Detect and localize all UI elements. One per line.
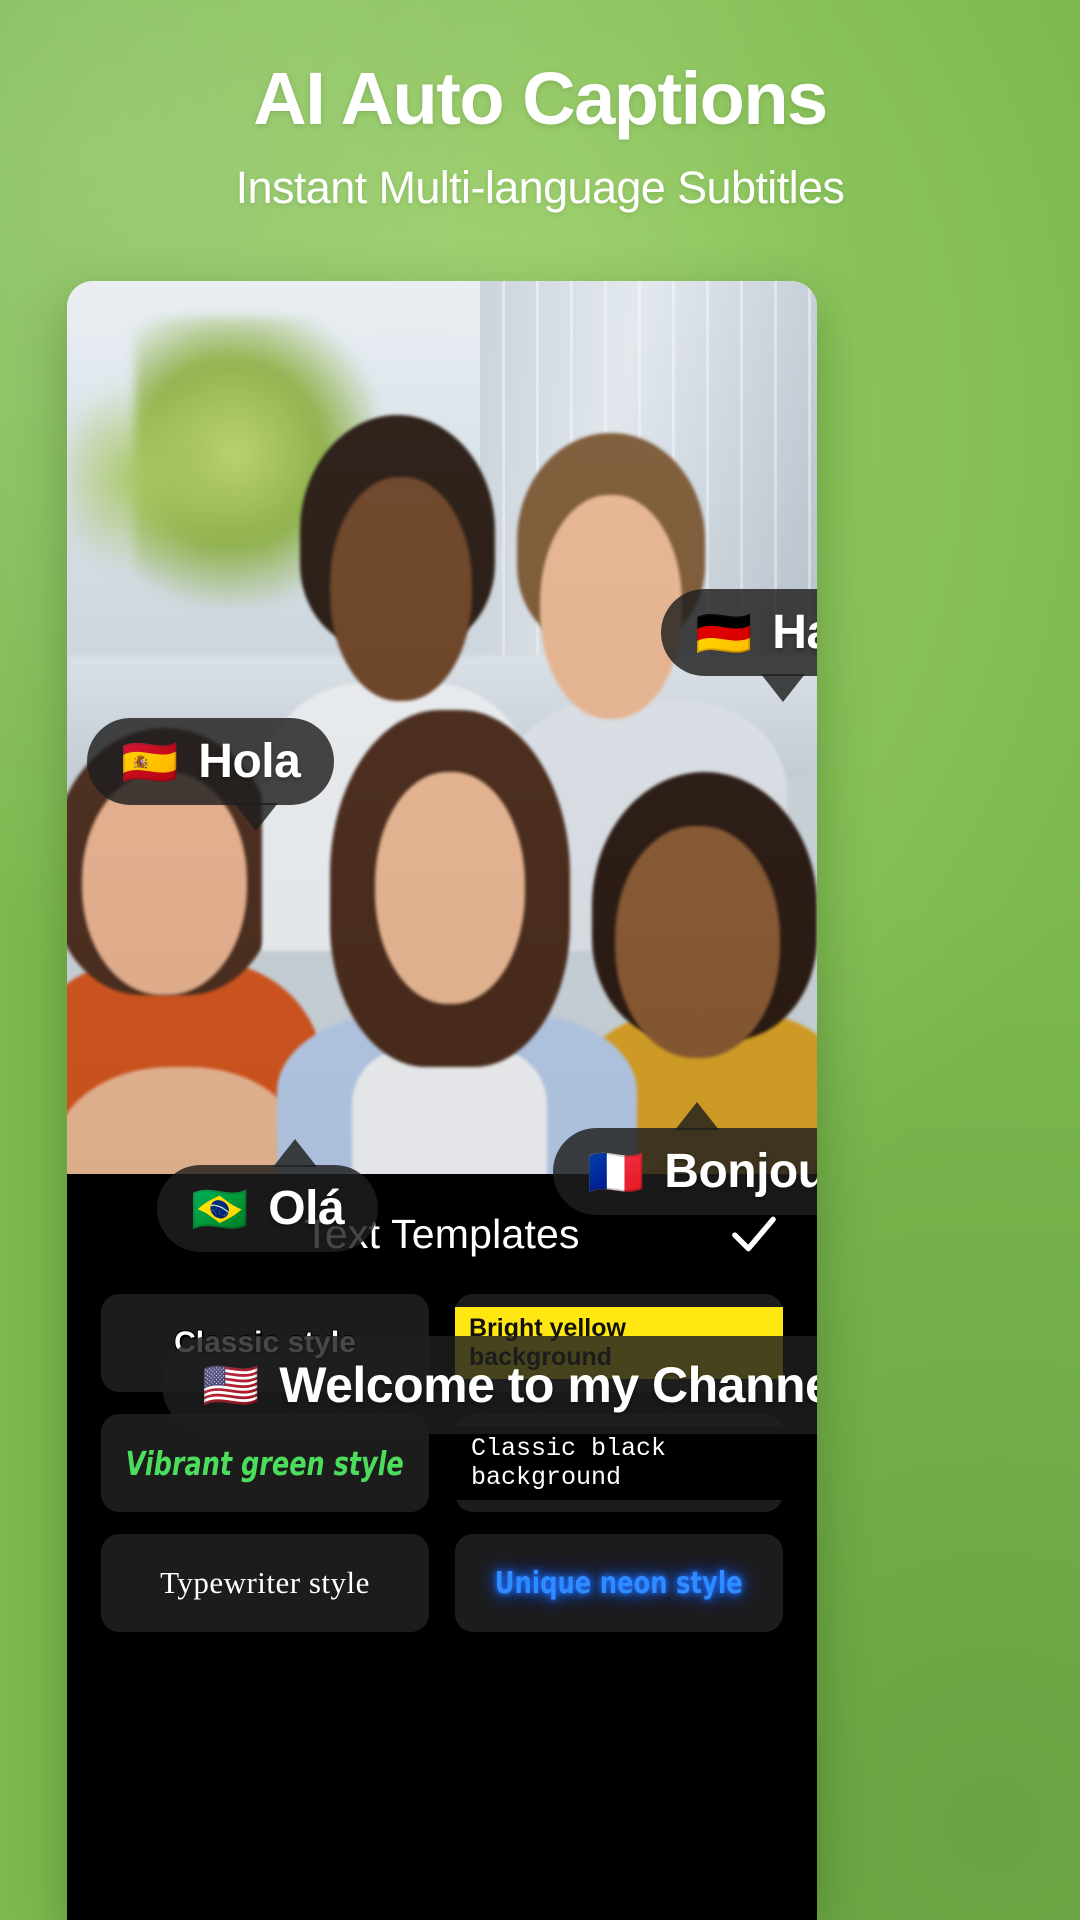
caption-text: Bonjour bbox=[664, 1145, 817, 1198]
caption-bubble-ola[interactable]: 🇧🇷 Olá bbox=[157, 1139, 379, 1252]
template-label: Classic black background bbox=[455, 1426, 783, 1500]
spain-flag-icon: 🇪🇸 bbox=[121, 735, 179, 788]
france-flag-icon: 🇫🇷 bbox=[587, 1145, 645, 1198]
caption-bubble-hallo[interactable]: 🇩🇪 Hallo bbox=[661, 589, 817, 702]
caption-bubble-hola[interactable]: 🇪🇸 Hola bbox=[87, 718, 335, 831]
page-subtitle: Instant Multi-language Subtitles bbox=[235, 162, 845, 213]
page-title: AI Auto Captions bbox=[253, 57, 828, 140]
germany-flag-icon: 🇩🇪 bbox=[695, 606, 753, 659]
brazil-flag-icon: 🇧🇷 bbox=[191, 1182, 249, 1235]
bubble-tail bbox=[675, 1102, 719, 1130]
caption-text: Hallo bbox=[772, 606, 817, 659]
phone-mockup: 🇩🇪 Hallo 🇪🇸 Hola 🇧🇷 Olá 🇫🇷 Bonjour 🇺🇸 We… bbox=[67, 281, 817, 1920]
caption-text: Hola bbox=[198, 735, 301, 788]
template-label: Typewriter style bbox=[160, 1565, 370, 1600]
template-label: Vibrant green style bbox=[125, 1443, 405, 1483]
template-card-neon[interactable]: Unique neon style bbox=[455, 1534, 783, 1632]
text-templates-panel: Text Templates Classic style Bright yell… bbox=[67, 1174, 817, 1920]
bubble-tail bbox=[234, 803, 279, 831]
bubble-tail bbox=[761, 674, 805, 702]
usa-flag-icon: 🇺🇸 bbox=[202, 1359, 260, 1411]
caption-text: Olá bbox=[268, 1182, 345, 1235]
template-card-typewriter[interactable]: Typewriter style bbox=[101, 1534, 429, 1632]
caption-text: Welcome to my Channel bbox=[279, 1357, 817, 1413]
caption-bubble-bonjour[interactable]: 🇫🇷 Bonjour bbox=[553, 1102, 817, 1215]
template-label: Unique neon style bbox=[495, 1565, 743, 1601]
caption-bubble-welcome[interactable]: 🇺🇸 Welcome to my Channel bbox=[162, 1336, 817, 1434]
bubble-tail bbox=[273, 1139, 317, 1167]
header: AI Auto Captions Instant Multi-language … bbox=[0, 0, 1080, 214]
